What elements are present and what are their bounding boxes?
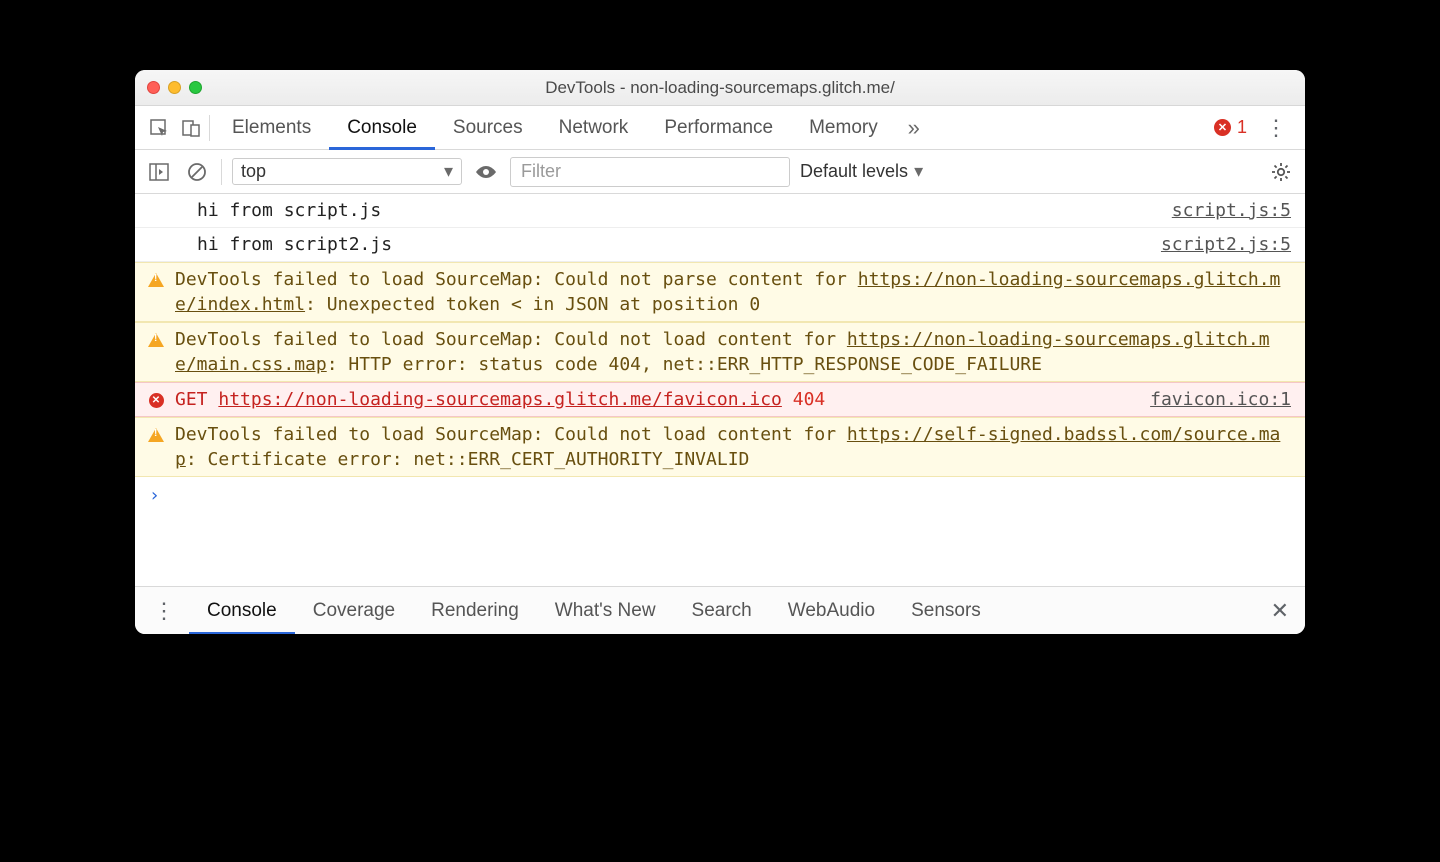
console-filter-input[interactable] [510, 157, 790, 187]
execution-context-select[interactable]: top ▾ [232, 158, 462, 185]
message-body: hi from script.js [175, 198, 1152, 223]
tab-performance[interactable]: Performance [646, 106, 791, 150]
titlebar: DevTools - non-loading-sourcemaps.glitch… [135, 70, 1305, 106]
console-message: DevTools failed to load SourceMap: Could… [135, 322, 1305, 382]
drawer-tab-rendering[interactable]: Rendering [413, 587, 537, 635]
drawer-tab-what-s-new[interactable]: What's New [537, 587, 674, 635]
console-message: ✕ GET https://non-loading-sourcemaps.glit… [135, 382, 1305, 417]
chevron-down-icon: ▾ [444, 161, 453, 182]
tab-memory[interactable]: Memory [791, 106, 896, 150]
message-source-link[interactable]: script2.js:5 [1149, 232, 1291, 257]
message-body: GET https://non-loading-sourcemaps.glitc… [175, 387, 1130, 412]
warning-icon [148, 428, 164, 442]
error-count-badge[interactable]: ✕ 1 [1208, 117, 1253, 138]
tab-elements[interactable]: Elements [214, 106, 329, 150]
message-url[interactable]: https://non-loading-sourcemaps.glitch.me… [175, 269, 1280, 315]
message-source-link[interactable]: favicon.ico:1 [1138, 387, 1291, 412]
more-tabs-icon[interactable]: » [900, 114, 928, 142]
log-levels-label: Default levels [800, 161, 908, 182]
tab-network[interactable]: Network [541, 106, 647, 150]
drawer-tab-console[interactable]: Console [189, 587, 295, 635]
window-controls [147, 81, 202, 94]
error-count: 1 [1237, 117, 1247, 138]
error-icon: ✕ [1214, 119, 1231, 136]
tab-sources[interactable]: Sources [435, 106, 541, 150]
device-toolbar-icon[interactable] [177, 114, 205, 142]
inspect-element-icon[interactable] [145, 114, 173, 142]
http-status: 404 [782, 389, 825, 410]
window-zoom-button[interactable] [189, 81, 202, 94]
console-message: hi from script.js script.js:5 [135, 194, 1305, 228]
drawer-tab-search[interactable]: Search [674, 587, 770, 635]
console-toolbar: top ▾ Default levels ▾ [135, 150, 1305, 194]
window-close-button[interactable] [147, 81, 160, 94]
message-body: DevTools failed to load SourceMap: Could… [175, 327, 1291, 377]
error-icon: ✕ [149, 393, 164, 408]
drawer-tab-coverage[interactable]: Coverage [295, 587, 413, 635]
drawer-tab-row: ⋮ ConsoleCoverageRenderingWhat's NewSear… [135, 586, 1305, 634]
console-prompt[interactable]: › [135, 477, 1305, 514]
console-settings-icon[interactable] [1267, 158, 1295, 186]
main-tab-row: ElementsConsoleSourcesNetworkPerformance… [135, 106, 1305, 150]
console-message: DevTools failed to load SourceMap: Could… [135, 417, 1305, 477]
tab-console[interactable]: Console [329, 106, 435, 150]
chevron-down-icon: ▾ [914, 161, 923, 182]
drawer-menu-icon[interactable]: ⋮ [145, 598, 183, 624]
window-minimize-button[interactable] [168, 81, 181, 94]
separator [209, 115, 210, 141]
drawer-close-icon[interactable]: ✕ [1265, 598, 1295, 624]
execution-context-label: top [241, 161, 266, 182]
console-message: DevTools failed to load SourceMap: Could… [135, 262, 1305, 322]
message-url[interactable]: https://non-loading-sourcemaps.glitch.me… [218, 389, 782, 410]
message-url[interactable]: https://self-signed.badssl.com/source.ma… [175, 424, 1280, 470]
warning-icon [148, 333, 164, 347]
message-body: DevTools failed to load SourceMap: Could… [175, 267, 1291, 317]
http-method: GET [175, 389, 218, 410]
settings-menu-icon[interactable]: ⋮ [1257, 115, 1295, 141]
message-url[interactable]: https://non-loading-sourcemaps.glitch.me… [175, 329, 1270, 375]
live-expression-icon[interactable] [472, 158, 500, 186]
warning-icon [148, 273, 164, 287]
clear-console-icon[interactable] [183, 158, 211, 186]
window-title: DevTools - non-loading-sourcemaps.glitch… [135, 78, 1305, 98]
message-body: hi from script2.js [175, 232, 1141, 257]
drawer-tab-webaudio[interactable]: WebAudio [770, 587, 893, 635]
drawer-tab-sensors[interactable]: Sensors [893, 587, 999, 635]
console-messages: hi from script.jsscript.js:5hi from scri… [135, 194, 1305, 477]
separator [221, 159, 222, 185]
blank-area [135, 514, 1305, 586]
log-levels-select[interactable]: Default levels ▾ [800, 161, 923, 182]
message-body: DevTools failed to load SourceMap: Could… [175, 422, 1291, 472]
devtools-window: DevTools - non-loading-sourcemaps.glitch… [135, 70, 1305, 634]
console-sidebar-toggle-icon[interactable] [145, 158, 173, 186]
console-message: hi from script2.js script2.js:5 [135, 228, 1305, 262]
message-source-link[interactable]: script.js:5 [1160, 198, 1291, 223]
